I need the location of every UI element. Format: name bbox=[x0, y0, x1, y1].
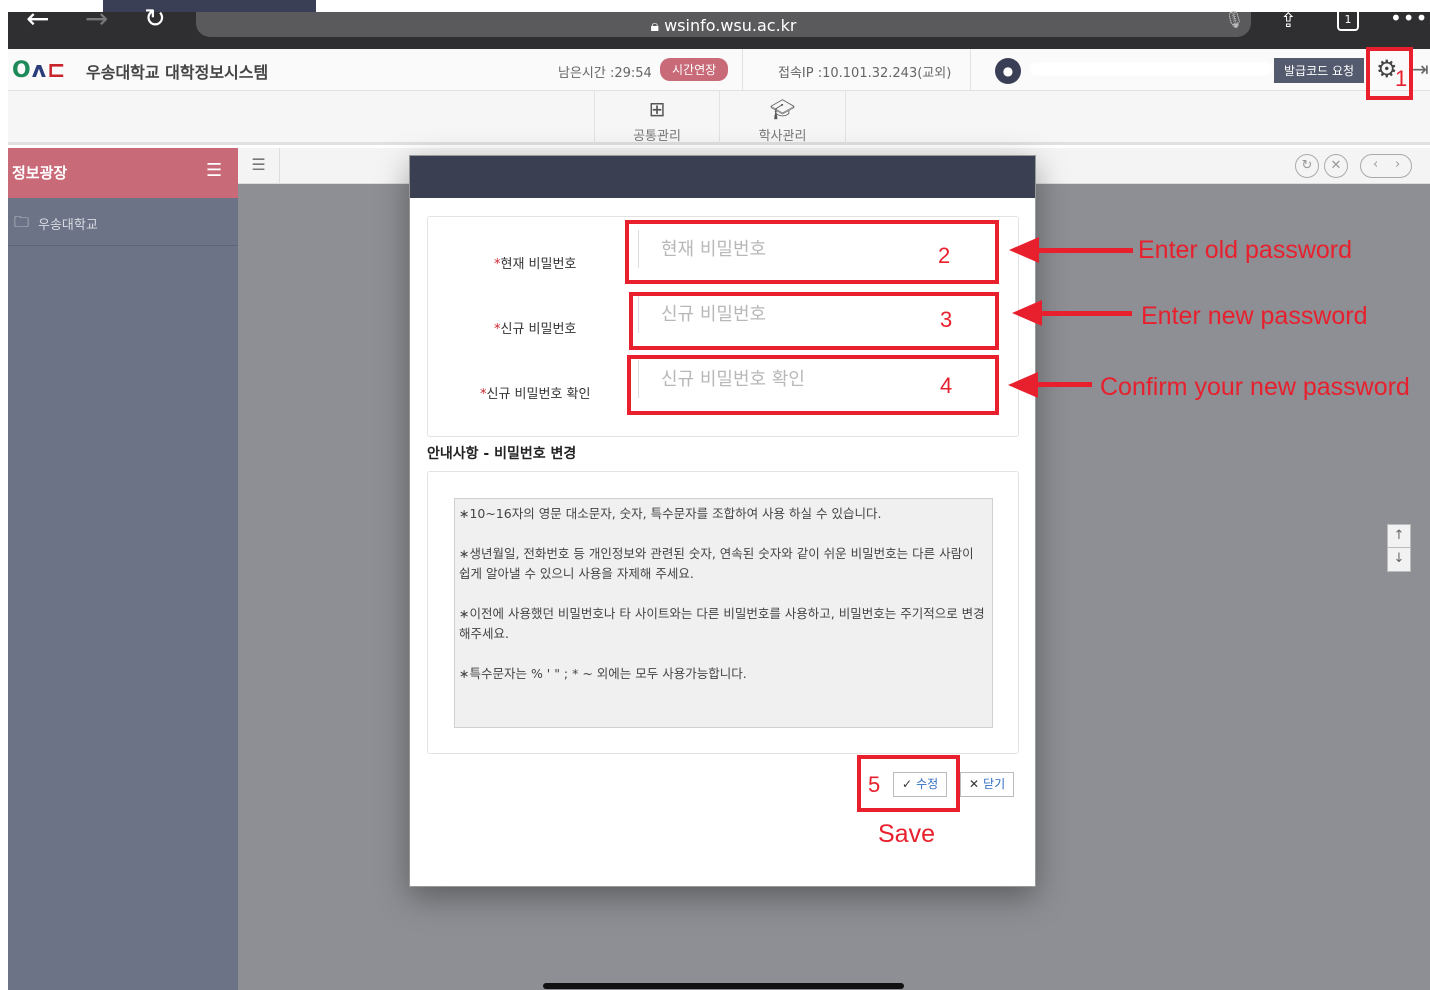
notice-line: ∗이전에 사용했던 비밀번호나 타 사이트와는 다른 비밀번호를 사용하고, 비… bbox=[459, 606, 985, 641]
label-text: 신규 비밀번호 bbox=[500, 322, 577, 337]
close-icon[interactable]: ✕ bbox=[1324, 154, 1348, 178]
annotation-number: 1 bbox=[1395, 66, 1408, 91]
top-menu: ⊞ 공통관리 🎓︎ 학사관리 bbox=[8, 91, 1430, 145]
new-password-label: *신규 비밀번호 bbox=[494, 318, 576, 337]
url-text: 🔒︎ wsinfo.wsu.ac.kr bbox=[196, 16, 1251, 36]
logo-o: O bbox=[12, 58, 32, 83]
annotation-old-password: Enter old password bbox=[1138, 236, 1353, 264]
app-header: Oʌ⊏ 우송대학교 대학정보시스템 남은시간 :29:54 시간연장 접속IP … bbox=[8, 49, 1430, 91]
arrow-line bbox=[1040, 311, 1132, 316]
screen: ← → ↻ 🔒︎ wsinfo.wsu.ac.kr 🎙︎ ⇪ 1 ••• Oʌ⊏… bbox=[0, 0, 1430, 990]
sidebar-title: 정보광장 bbox=[12, 164, 68, 182]
ip-address: 접속IP :10.101.32.243(교외) bbox=[778, 66, 952, 81]
annotation-number: 3 bbox=[940, 307, 953, 332]
logo-c: ⊏ bbox=[47, 58, 67, 83]
tab-pager: ‹ › bbox=[1360, 154, 1412, 178]
address-bar[interactable]: 🔒︎ wsinfo.wsu.ac.kr bbox=[196, 12, 1251, 37]
arrow-head-icon bbox=[1009, 237, 1039, 263]
confirm-password-label: *신규 비밀번호 확인 bbox=[480, 383, 590, 402]
mic-icon[interactable]: 🎙︎ bbox=[1224, 10, 1244, 29]
header-divider bbox=[742, 49, 743, 91]
logout-icon[interactable]: ⇥ bbox=[1412, 57, 1429, 81]
notice-line: ∗특수문자는 % ' " ; * ~ 외에는 모두 사용가능합니다. bbox=[459, 666, 747, 681]
list-icon[interactable]: ☰ bbox=[238, 148, 280, 184]
forward-arrow-icon[interactable]: → bbox=[85, 4, 108, 34]
tab-indicator bbox=[103, 0, 316, 12]
more-icon[interactable]: ••• bbox=[1390, 6, 1428, 30]
close-icon: ✕ bbox=[969, 777, 980, 791]
tabs-icon[interactable]: 1 bbox=[1337, 9, 1359, 31]
close-label: 닫기 bbox=[983, 777, 1006, 791]
graduation-cap-icon: 🎓︎ bbox=[769, 97, 796, 121]
sidebar: 정보광장 ☰ 🗀︎ 우송대학교 bbox=[8, 148, 238, 990]
extend-session-button[interactable]: 시간연장 bbox=[660, 58, 729, 81]
share-icon[interactable]: ⇪ bbox=[1280, 8, 1297, 32]
folder-icon: 🗀︎ bbox=[14, 213, 30, 231]
university-logo[interactable]: Oʌ⊏ bbox=[12, 58, 66, 83]
scroll-buttons: ↑ ↓ bbox=[1387, 524, 1411, 572]
refresh-icon[interactable]: ↻ bbox=[1295, 154, 1319, 178]
sidebar-header: 정보광장 ☰ bbox=[8, 148, 238, 198]
reload-icon[interactable]: ↻ bbox=[144, 4, 166, 34]
arrow-head-icon bbox=[1012, 300, 1042, 326]
home-indicator bbox=[543, 983, 904, 989]
chevron-right-icon[interactable]: › bbox=[1395, 157, 1400, 172]
menu-label: 학사관리 bbox=[758, 129, 807, 144]
arrow-down-icon[interactable]: ↓ bbox=[1388, 548, 1410, 571]
collapse-menu-icon[interactable]: ☰ bbox=[206, 160, 222, 181]
app-title: 우송대학교 대학정보시스템 bbox=[86, 63, 269, 82]
close-button[interactable]: ✕ 닫기 bbox=[960, 772, 1015, 797]
notice-line: ∗10~16자의 영문 대소문자, 숫자, 특수문자를 조합하여 사용 하실 수… bbox=[459, 506, 882, 521]
menu-academic[interactable]: 🎓︎ 학사관리 bbox=[720, 91, 846, 145]
annotation-number: 2 bbox=[938, 243, 951, 268]
back-arrow-icon[interactable]: ← bbox=[26, 4, 49, 34]
arrow-head-icon bbox=[1008, 372, 1038, 398]
chevron-left-icon[interactable]: ‹ bbox=[1373, 157, 1378, 172]
notice-textarea[interactable]: ∗10~16자의 영문 대소문자, 숫자, 특수문자를 조합하여 사용 하실 수… bbox=[454, 498, 993, 728]
issue-code-button[interactable]: 발급코드 요청 bbox=[1274, 58, 1365, 83]
header-divider bbox=[970, 49, 971, 91]
user-name-redacted bbox=[1030, 63, 1272, 75]
notice-title: 안내사항 - 비밀번호 변경 bbox=[427, 446, 577, 462]
notice-box: ∗10~16자의 영문 대소문자, 숫자, 특수문자를 조합하여 사용 하실 수… bbox=[427, 471, 1019, 754]
sidebar-item-woosong[interactable]: 🗀︎ 우송대학교 bbox=[8, 198, 238, 246]
annotation-new-password: Enter new password bbox=[1141, 302, 1368, 330]
arrow-line bbox=[1036, 382, 1092, 387]
annotation-number: 4 bbox=[940, 373, 953, 398]
arrow-line bbox=[1037, 248, 1133, 253]
label-text: 신규 비밀번호 확인 bbox=[486, 387, 591, 402]
user-avatar[interactable]: ● bbox=[995, 58, 1021, 84]
annotation-save: Save bbox=[878, 820, 935, 848]
dialog-header bbox=[410, 156, 1035, 198]
annotation-number: 5 bbox=[868, 772, 881, 797]
remaining-time: 남은시간 :29:54 bbox=[558, 66, 652, 81]
menu-common[interactable]: ⊞ 공통관리 bbox=[594, 91, 720, 145]
logo-a: ʌ bbox=[31, 58, 48, 83]
lock-icon: 🔒︎ bbox=[650, 16, 659, 35]
url-value: wsinfo.wsu.ac.kr bbox=[664, 16, 797, 35]
arrow-up-icon[interactable]: ↑ bbox=[1388, 525, 1410, 548]
sidebar-item-label: 우송대학교 bbox=[38, 218, 98, 233]
grid-icon: ⊞ bbox=[648, 97, 666, 121]
current-password-label: *현재 비밀번호 bbox=[494, 253, 576, 272]
notice-line: ∗생년월일, 전화번호 등 개인정보와 관련된 숫자, 연속된 숫자와 같이 쉬… bbox=[459, 546, 974, 581]
label-text: 현재 비밀번호 bbox=[500, 257, 577, 272]
annotation-confirm-password: Confirm your new password bbox=[1100, 373, 1410, 401]
menu-label: 공통관리 bbox=[633, 129, 681, 144]
